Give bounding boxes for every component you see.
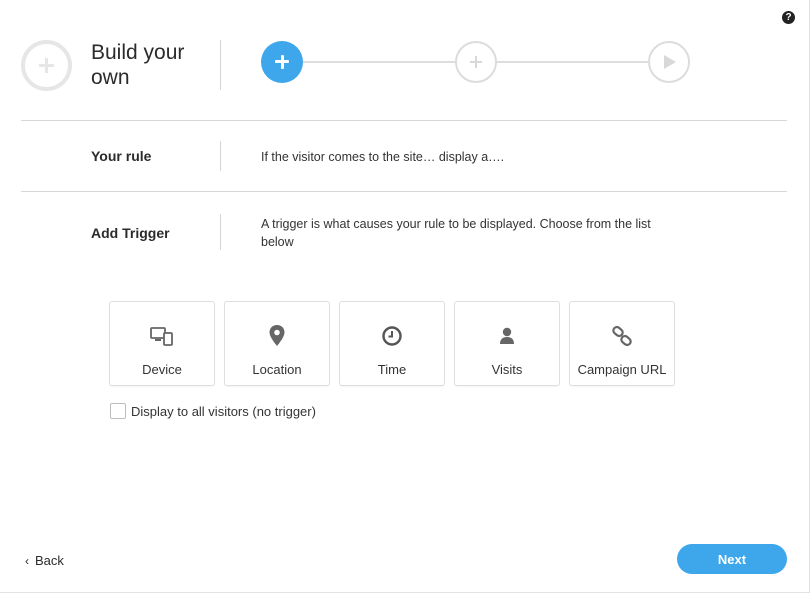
trigger-option-label: Location (252, 362, 302, 377)
trigger-option-label: Device (142, 362, 182, 377)
trigger-description: A trigger is what causes your rule to be… (261, 217, 651, 249)
help-icon[interactable]: ? (782, 11, 795, 24)
user-icon (455, 324, 559, 348)
section-divider (21, 191, 787, 192)
stepper-connector (497, 61, 648, 63)
device-icon (110, 324, 214, 348)
step-2-add-icon (455, 41, 497, 83)
add-trigger-label: Add Trigger (91, 225, 170, 241)
trigger-location-card[interactable]: Location (224, 301, 330, 386)
step-1-add-icon[interactable] (261, 41, 303, 83)
next-button[interactable]: Next (677, 544, 787, 574)
header-plus-icon (21, 40, 72, 91)
no-trigger-option[interactable]: Display to all visitors (no trigger) (110, 403, 316, 419)
link-icon (570, 324, 674, 348)
back-label: Back (35, 553, 64, 568)
clock-icon (340, 324, 444, 348)
trigger-time-card[interactable]: Time (339, 301, 445, 386)
header-divider (220, 40, 221, 90)
rule-summary: If the visitor comes to the site… displa… (261, 150, 505, 164)
no-trigger-label: Display to all visitors (no trigger) (131, 403, 316, 419)
rule-label: Your rule (91, 148, 152, 164)
trigger-device-card[interactable]: Device (109, 301, 215, 386)
trigger-option-label: Time (377, 362, 407, 377)
stepper-connector (303, 61, 455, 63)
back-button[interactable]: ‹ Back (25, 553, 64, 568)
trigger-option-label: Visits (491, 362, 523, 377)
section-divider (21, 120, 787, 121)
trigger-visits-card[interactable]: Visits (454, 301, 560, 386)
location-pin-icon (225, 324, 329, 348)
row-divider (220, 214, 221, 250)
chevron-left-icon: ‹ (25, 553, 29, 568)
trigger-campaign-url-card[interactable]: Campaign URL (569, 301, 675, 386)
row-divider (220, 141, 221, 171)
page-title: Build your own (91, 41, 185, 89)
no-trigger-checkbox[interactable] (110, 403, 126, 419)
trigger-option-label: Campaign URL (577, 362, 667, 377)
step-3-play-icon (648, 41, 690, 83)
